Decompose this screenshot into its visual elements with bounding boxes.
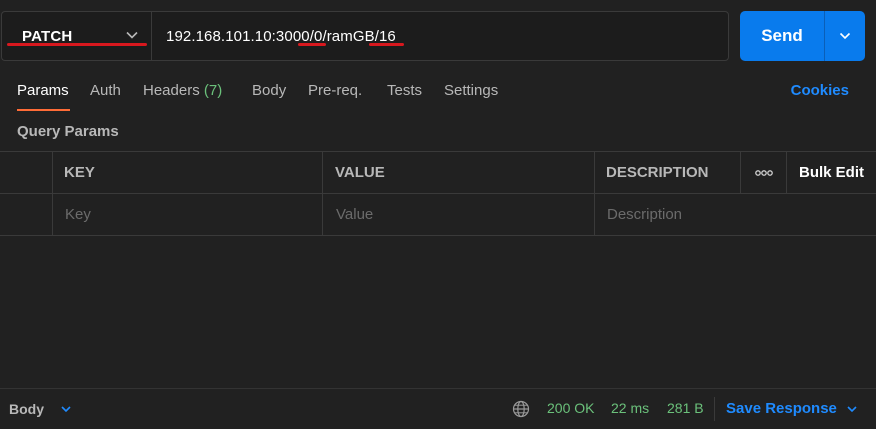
tab-headers-label: Headers — [143, 82, 200, 99]
table-row: Key Value Description — [0, 194, 876, 236]
url-segment-id: 0 — [313, 27, 323, 45]
column-header-value: VALUE — [322, 152, 594, 193]
url-segment-value: 16 — [378, 27, 396, 45]
tab-settings[interactable]: Settings — [444, 82, 498, 99]
tab-body[interactable]: Body — [252, 82, 286, 99]
cookies-link[interactable]: Cookies — [791, 82, 849, 99]
active-tab-indicator — [17, 109, 70, 111]
tab-tests[interactable]: Tests — [387, 82, 422, 99]
globe-icon[interactable] — [512, 400, 530, 418]
send-button[interactable]: Send — [740, 11, 824, 61]
status-divider — [714, 397, 715, 421]
bulk-edit-button[interactable]: Bulk Edit — [786, 152, 876, 193]
tab-params[interactable]: Params — [17, 82, 69, 99]
table-header-row: KEY VALUE DESCRIPTION Bulk Edit — [0, 152, 876, 194]
annotation-underline-value — [369, 43, 404, 46]
column-header-key-label: KEY — [64, 164, 95, 181]
chevron-down-icon[interactable] — [60, 403, 72, 415]
chevron-down-icon — [839, 32, 851, 40]
value-placeholder: Value — [336, 206, 374, 223]
response-status-bar: Body 200 OK 22 ms 281 B Save Response — [0, 388, 876, 429]
url-segment-path: /ramGB/ — [322, 27, 379, 45]
column-header-description: DESCRIPTION — [594, 152, 740, 193]
method-select[interactable]: PATCH — [1, 11, 151, 61]
column-header-value-label: VALUE — [335, 164, 385, 181]
response-time[interactable]: 22 ms — [611, 400, 649, 416]
headers-count-badge: (7) — [203, 82, 223, 99]
save-response-button[interactable]: Save Response — [726, 400, 837, 417]
request-bar: PATCH 192.168.101.10:3000/0/ramGB/16 Sen… — [0, 10, 876, 62]
chevron-down-icon — [126, 31, 138, 39]
bulk-edit-label: Bulk Edit — [799, 164, 865, 181]
tab-auth[interactable]: Auth — [90, 82, 121, 99]
request-tabs: Params Auth Headers (7) Body Pre-req. Te… — [0, 78, 876, 114]
response-size[interactable]: 281 B — [667, 400, 704, 416]
description-input[interactable]: Description — [594, 194, 876, 235]
url-input[interactable]: 192.168.101.10:3000/0/ramGB/16 — [151, 11, 729, 61]
key-input[interactable]: Key — [52, 194, 322, 235]
response-body-label[interactable]: Body — [9, 401, 44, 417]
send-group: Send — [740, 11, 865, 61]
column-header-key: KEY — [52, 152, 322, 193]
send-options-button[interactable] — [825, 11, 865, 61]
more-options-button[interactable] — [740, 152, 786, 193]
key-placeholder: Key — [65, 206, 91, 223]
chevron-down-icon[interactable] — [846, 403, 858, 415]
annotation-underline-id — [298, 43, 326, 46]
status-code[interactable]: 200 OK — [547, 400, 594, 416]
more-options-icon — [754, 169, 773, 176]
method-label: PATCH — [22, 27, 73, 45]
value-input[interactable]: Value — [322, 194, 594, 235]
description-placeholder: Description — [607, 206, 683, 223]
tab-headers[interactable]: Headers (7) — [143, 82, 222, 99]
annotation-underline-method — [7, 43, 147, 46]
url-segment-host: 192.168.101.10:3000/ — [166, 27, 314, 45]
query-params-title: Query Params — [17, 123, 119, 140]
column-header-description-label: DESCRIPTION — [606, 164, 709, 181]
tab-prereq[interactable]: Pre-req. — [308, 82, 362, 99]
params-table: KEY VALUE DESCRIPTION Bulk Edit Key Valu… — [0, 151, 876, 236]
